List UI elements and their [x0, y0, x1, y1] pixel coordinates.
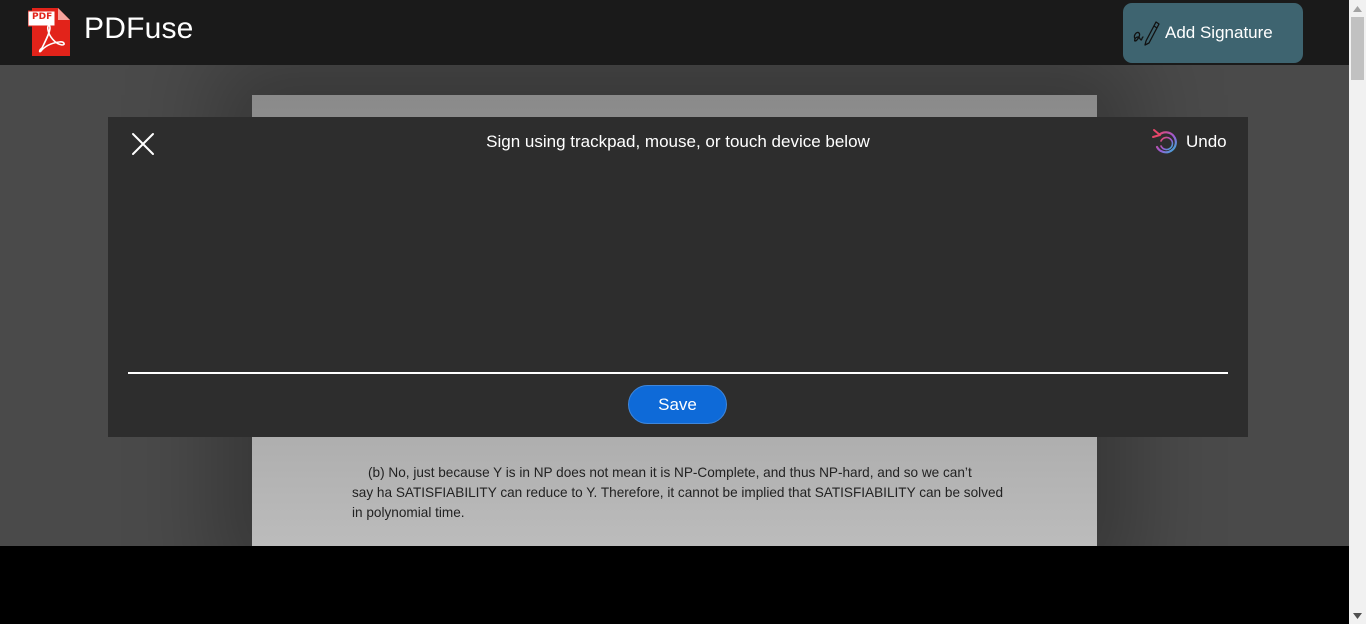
pdf-badge-label: PDF [32, 12, 53, 22]
signature-pad[interactable] [128, 165, 1228, 372]
signature-modal: Sign using trackpad, mouse, or touch dev… [108, 117, 1248, 437]
signature-baseline [128, 372, 1228, 374]
scrollbar-thumb[interactable] [1351, 17, 1364, 80]
page-text-line: in polynomial time. [352, 505, 465, 520]
scroll-down-arrow-icon[interactable] [1349, 607, 1366, 624]
vertical-scrollbar[interactable] [1349, 0, 1366, 624]
add-signature-button[interactable]: Add Signature [1123, 3, 1303, 63]
pdf-file-icon[interactable]: PDF [27, 6, 72, 58]
page-text-line: (b) No, just because Y is in NP does not… [368, 465, 972, 480]
signature-pen-icon [1129, 17, 1161, 49]
app-viewport: PDF PDFuse Add Signature (b) No, just be… [0, 0, 1349, 624]
page-text-block: (b) No, just because Y is in NP does not… [352, 463, 1012, 523]
undo-icon [1150, 126, 1182, 158]
modal-title: Sign using trackpad, mouse, or touch dev… [486, 132, 870, 151]
add-signature-label: Add Signature [1165, 23, 1273, 42]
top-bar: PDF PDFuse Add Signature [0, 0, 1349, 65]
scroll-up-arrow-icon[interactable] [1349, 0, 1366, 17]
undo-button[interactable]: Undo [1150, 125, 1227, 159]
brand-name[interactable]: PDFuse [84, 12, 194, 46]
save-button[interactable]: Save [628, 385, 727, 424]
undo-label: Undo [1186, 132, 1227, 151]
page-text-line: say ha SATISFIABILITY can reduce to Y. T… [352, 485, 1004, 500]
